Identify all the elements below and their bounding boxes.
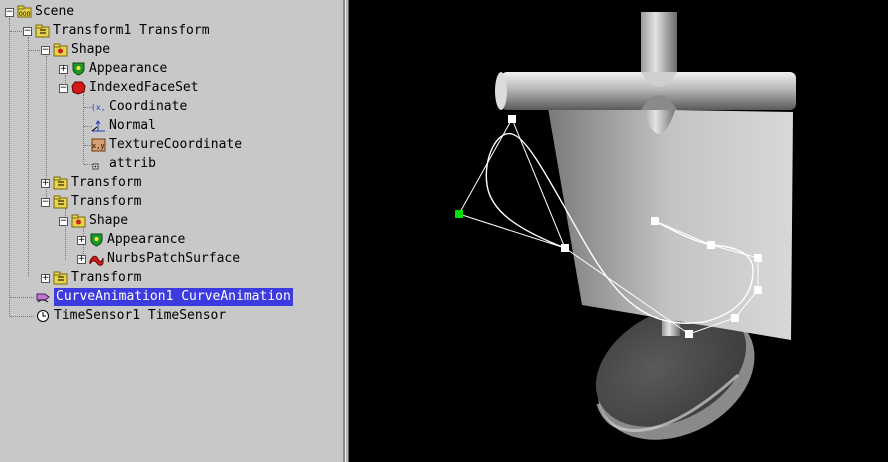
tree-node-curve-animation[interactable]: CurveAnimation1 CurveAnimation — [36, 288, 293, 306]
control-point-handle[interactable] — [731, 314, 739, 322]
tree-node-appearance[interactable]: + Appearance — [77, 231, 185, 249]
svg-text:x,y: x,y — [92, 142, 105, 150]
tree-node-transform[interactable]: + Transform — [41, 269, 141, 287]
curve-animation-icon — [36, 290, 51, 304]
time-sensor-icon — [36, 309, 51, 323]
transform-icon — [53, 271, 68, 285]
collapse-toggle[interactable]: − — [41, 45, 50, 55]
coordinate-icon: (x,y) — [91, 100, 106, 114]
transform-icon — [35, 24, 50, 38]
tree-node-transform[interactable]: − Transform — [41, 193, 141, 211]
control-point-handle[interactable] — [508, 115, 516, 123]
collapse-toggle[interactable]: − — [59, 83, 68, 93]
expand-toggle[interactable]: + — [41, 273, 50, 283]
tree-node-label: attrib — [109, 156, 156, 171]
shape-icon — [53, 43, 68, 57]
control-point-handle[interactable] — [685, 330, 693, 338]
tree-node-label: NurbsPatchSurface — [107, 251, 241, 266]
collapse-toggle[interactable]: − — [5, 7, 14, 17]
expand-toggle[interactable]: + — [41, 178, 50, 188]
transform-icon — [53, 176, 68, 190]
scene-render[interactable] — [349, 0, 888, 462]
svg-text:(x,y): (x,y) — [91, 103, 106, 112]
tree-node-label: IndexedFaceSet — [89, 80, 199, 95]
tree-node-shape[interactable]: − Shape — [41, 41, 110, 59]
horizontal-bar — [495, 72, 796, 110]
appearance-icon — [89, 233, 104, 247]
collapse-toggle[interactable]: − — [23, 26, 32, 36]
tree-node-label: Scene — [35, 4, 75, 19]
texture-coordinate-icon: x,y — [91, 138, 106, 152]
tree-node-attrib[interactable]: attrib — [91, 155, 156, 173]
tree-node-transform1[interactable]: − Transform1 Transform — [23, 22, 210, 40]
attrib-icon — [91, 157, 106, 171]
nurbs-surface-panel — [548, 108, 793, 340]
tree-node-normal[interactable]: Normal — [91, 117, 156, 135]
tree-node-label: TextureCoordinate — [109, 137, 243, 152]
tree-node-label: Normal — [109, 118, 156, 133]
tree-node-label: Shape — [71, 42, 111, 57]
collapse-toggle[interactable]: − — [59, 216, 68, 226]
tree-node-scene[interactable]: − 000 Scene — [5, 3, 74, 21]
shape-icon — [71, 214, 86, 228]
tree-node-time-sensor[interactable]: TimeSensor1 TimeSensor — [36, 307, 226, 325]
control-point-handle[interactable] — [561, 244, 569, 252]
tree-node-coordinate[interactable]: (x,y) Coordinate — [91, 98, 187, 116]
tree-node-label: Transform — [71, 270, 142, 285]
tree-node-label: Shape — [89, 213, 129, 228]
app-window: − 000 Scene − Transform1 Transform − Sha… — [0, 0, 888, 462]
nurbs-patch-surface-icon — [89, 252, 104, 266]
expand-toggle[interactable]: + — [77, 254, 86, 264]
tree-node-label: Transform1 Transform — [53, 23, 210, 38]
control-point-handle[interactable] — [754, 286, 762, 294]
control-point-handle[interactable] — [707, 241, 715, 249]
tree-node-texture-coordinate[interactable]: x,y TextureCoordinate — [91, 136, 242, 154]
tree-node-label: Appearance — [89, 61, 168, 76]
3d-viewport[interactable] — [349, 0, 888, 462]
expand-toggle[interactable]: + — [59, 64, 68, 74]
transform-icon — [53, 195, 68, 209]
scene-tree-panel[interactable]: − 000 Scene − Transform1 Transform − Sha… — [0, 0, 345, 462]
expand-toggle[interactable]: + — [77, 235, 86, 245]
tree-node-appearance[interactable]: + Appearance — [59, 60, 167, 78]
control-point-handle[interactable] — [754, 254, 762, 262]
tree-node-label: Transform — [71, 194, 142, 209]
indexed-face-set-icon — [71, 81, 86, 95]
scene-icon: 000 — [17, 5, 32, 19]
tree-node-shape[interactable]: − Shape — [59, 212, 128, 230]
tree-node-nurbs-patch-surface[interactable]: + NurbsPatchSurface — [77, 250, 240, 268]
collapse-toggle[interactable]: − — [41, 197, 50, 207]
control-point-handle-selected[interactable] — [455, 210, 463, 218]
tree-node-label: Transform — [71, 175, 142, 190]
tree-node-label: Coordinate — [109, 99, 188, 114]
normal-icon — [91, 119, 106, 133]
tree-node-label: Appearance — [107, 232, 186, 247]
tree-node-indexed-face-set[interactable]: − IndexedFaceSet — [59, 79, 199, 97]
tree-node-label: TimeSensor1 TimeSensor — [54, 308, 227, 323]
appearance-icon — [71, 62, 86, 76]
svg-text:000: 000 — [19, 11, 31, 18]
control-point-handle[interactable] — [651, 217, 659, 225]
tree-node-transform[interactable]: + Transform — [41, 174, 141, 192]
tree-node-label: CurveAnimation1 CurveAnimation — [54, 288, 293, 306]
